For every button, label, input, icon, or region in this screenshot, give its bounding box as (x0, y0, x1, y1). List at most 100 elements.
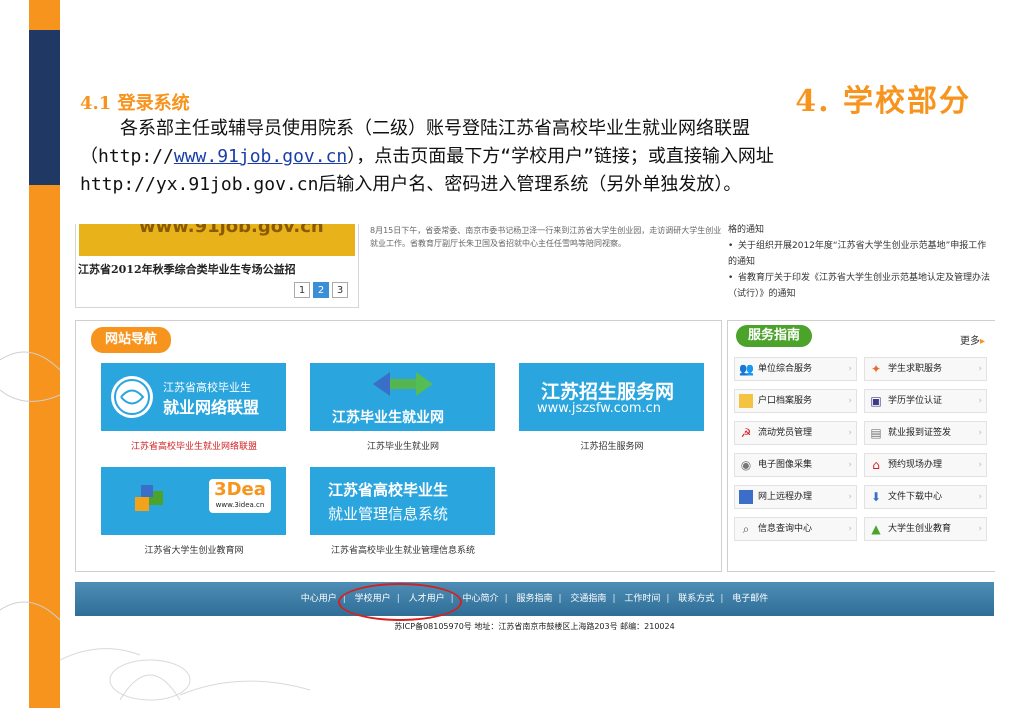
footer-link-service-guide[interactable]: 服务指南 (510, 594, 558, 604)
link-caption[interactable]: 江苏省高校毕业生就业网络联盟 (74, 439, 314, 452)
document-icon: ▤ (870, 426, 882, 440)
chevron-right-icon: › (978, 428, 982, 438)
monitor-icon (739, 490, 753, 504)
notice-item-partial[interactable]: 格的通知 (728, 224, 990, 238)
service-item[interactable]: 网上远程办理 › (734, 485, 857, 509)
notice-item[interactable]: • 省教育厅关于印发《江苏省大学生创业示范基地认定及管理办法（试行）》的通知 (728, 270, 990, 302)
arrow-right-icon: ▸ (979, 336, 985, 347)
service-item[interactable]: ☭ 流动党员管理 › (734, 421, 857, 445)
tile-line-2: www.jszsfw.com.cn (537, 401, 662, 416)
student-icon: ✦ (870, 362, 882, 376)
notice-list: 格的通知 • 关于组织开展2012年度“江苏省大学生创业示范基地”申报工作的通知 … (728, 224, 990, 302)
footer-nav: 中心用户 | 学校用户 | 人才用户 | 中心简介 | 服务指南 | 交通指南 | 工作时间… (75, 582, 994, 616)
chevron-right-icon: › (978, 460, 982, 470)
instruction-paragraph: 各系部主任或辅导员使用院系（二级）账号登陆江苏省高校毕业生就业网络联盟 （htt… (80, 115, 980, 199)
link-caption[interactable]: 江苏省高校毕业生就业管理信息系统 (283, 543, 523, 556)
footer-link-traffic[interactable]: 交通指南 (564, 594, 612, 604)
decorative-lotus (60, 648, 311, 701)
idea-badge-url: www.3idea.cn (215, 501, 265, 509)
link-caption[interactable]: 江苏毕业生就业网 (283, 439, 523, 452)
site-link[interactable]: www.91job.gov.cn (174, 146, 347, 167)
pager-page-2[interactable]: 2 (313, 282, 329, 298)
house-icon: ⌂ (872, 458, 880, 472)
footer-link-hours[interactable]: 工作时间 (618, 594, 666, 604)
chevron-right-icon: › (978, 396, 982, 406)
instruction-line-2-suffix: ），点击页面最下方“学校用户”链接；或直接输入网址 (347, 146, 774, 167)
service-item[interactable]: 户口档案服务 › (734, 389, 857, 413)
service-item[interactable]: 👥 单位综合服务 › (734, 357, 857, 381)
alliance-logo-icon (111, 376, 153, 418)
pager-page-1[interactable]: 1 (294, 282, 310, 298)
service-item[interactable]: ⌕ 信息查询中心 › (734, 517, 857, 541)
party-icon: ☭ (740, 426, 752, 440)
certificate-icon: ▣ (870, 394, 882, 408)
pager-page-3[interactable]: 3 (332, 282, 348, 298)
instruction-line-2-prefix: （http:// (80, 146, 174, 167)
service-guide-title: 服务指南 (736, 325, 813, 347)
arrows-logo-icon (373, 372, 433, 396)
accent-bar-top (29, 0, 60, 30)
chevron-right-icon: › (978, 492, 982, 502)
chevron-right-icon: › (848, 396, 852, 406)
service-item[interactable]: ▤ 就业报到证签发 › (864, 421, 987, 445)
chevron-right-icon: › (848, 364, 852, 374)
chevron-right-icon: › (978, 524, 982, 534)
tile-line-1: 江苏省高校毕业生 (163, 381, 251, 394)
news-slider-title[interactable]: 江苏省2012年秋季综合类毕业生专场公益招 (78, 261, 296, 277)
instruction-line-3: http://yx.91job.gov.cn后输入用户名、密码进入管理系统（另外… (80, 174, 742, 195)
chevron-right-icon: › (848, 492, 852, 502)
news-slider: www.91job.gov.cn 江苏省2012年秋季综合类毕业生专场公益招 1… (75, 224, 359, 308)
people-icon: 👥 (739, 362, 754, 376)
tile-line-2: 就业管理信息系统 (328, 505, 449, 523)
tile-line-2: 就业网络联盟 (163, 398, 260, 417)
service-item[interactable]: ⬇ 文件下载中心 › (864, 485, 987, 509)
accent-bar-navy (29, 30, 60, 185)
idea-badge-text: 3Dea (214, 479, 266, 500)
news-pager: 1 2 3 (294, 282, 348, 298)
more-link[interactable]: 更多▸ (960, 332, 985, 347)
service-item[interactable]: ⌂ 预约现场办理 › (864, 453, 987, 477)
link-tile-employment-system[interactable]: 江苏省高校毕业生 就业管理信息系统 (310, 467, 495, 535)
highlight-ellipse (338, 583, 462, 621)
tile-line-1: 江苏毕业生就业网 (332, 410, 444, 426)
link-caption[interactable]: 江苏省大学生创业教育网 (74, 543, 314, 556)
link-tile-startup-education[interactable]: 3Dea www.3idea.cn (101, 467, 286, 535)
link-tile-graduate-employment[interactable]: 江苏毕业生就业网 (310, 363, 495, 431)
instruction-line-1: 各系部主任或辅导员使用院系（二级）账号登陆江苏省高校毕业生就业网络联盟 (120, 118, 750, 139)
notice-item[interactable]: • 关于组织开展2012年度“江苏省大学生创业示范基地”申报工作的通知 (728, 238, 990, 270)
tile-line-1: 江苏招生服务网 (541, 381, 675, 403)
chart-icon: ▲ (871, 522, 881, 536)
section-title: 4. 学校部分 (795, 84, 971, 119)
footer-link-about[interactable]: 中心简介 (457, 594, 505, 604)
footer-info: 苏ICP备08105970号 地址：江苏省南京市鼓楼区上海路203号 邮编：21… (394, 622, 675, 631)
site-nav-panel: 网站导航 江苏省高校毕业生 就业网络联盟 江苏省高校毕业生就业网络联盟 江苏毕业… (75, 320, 722, 572)
chevron-right-icon: › (978, 364, 982, 374)
cubes-logo-icon (135, 485, 163, 511)
news-summary: 8月15日下午，省委常委、南京市委书记杨卫泽一行来到江苏省大学生创业园，走访调研… (370, 226, 722, 248)
sub-title: 4.1 登录系统 (80, 93, 190, 114)
chevron-right-icon: › (848, 428, 852, 438)
service-item[interactable]: ◉ 电子图像采集 › (734, 453, 857, 477)
service-item[interactable]: ✦ 学生求职服务 › (864, 357, 987, 381)
site-nav-title: 网站导航 (91, 327, 172, 353)
decorative-lines (0, 351, 60, 621)
search-icon: ⌕ (742, 522, 750, 536)
footer-link-center-user[interactable]: 中心用户 (295, 594, 343, 604)
chevron-right-icon: › (848, 524, 852, 534)
camera-icon: ◉ (740, 458, 752, 472)
website-screenshot: www.91job.gov.cn 江苏省2012年秋季综合类毕业生专场公益招 1… (68, 224, 995, 648)
service-item[interactable]: ▲ 大学生创业教育 › (864, 517, 987, 541)
news-banner-image[interactable]: www.91job.gov.cn (79, 224, 355, 256)
news-banner-text: www.91job.gov.cn (139, 224, 324, 237)
service-guide-panel: 服务指南 更多▸ 👥 单位综合服务 › ✦ 学生求职服务 › 户口档案服务 › ▣ 学历学位… (727, 320, 995, 572)
link-caption[interactable]: 江苏招生服务网 (492, 439, 732, 452)
tile-line-1: 江苏省高校毕业生 (328, 481, 449, 499)
service-item[interactable]: ▣ 学历学位认证 › (864, 389, 987, 413)
footer-link-email[interactable]: 电子邮件 (726, 594, 774, 604)
chevron-right-icon: › (848, 460, 852, 470)
folder-icon (739, 394, 753, 408)
link-tile-network-alliance[interactable]: 江苏省高校毕业生 就业网络联盟 (101, 363, 286, 431)
download-icon: ⬇ (870, 490, 882, 504)
footer-link-contact[interactable]: 联系方式 (672, 594, 720, 604)
link-tile-admission-service[interactable]: 江苏招生服务网 www.jszsfw.com.cn (519, 363, 704, 431)
